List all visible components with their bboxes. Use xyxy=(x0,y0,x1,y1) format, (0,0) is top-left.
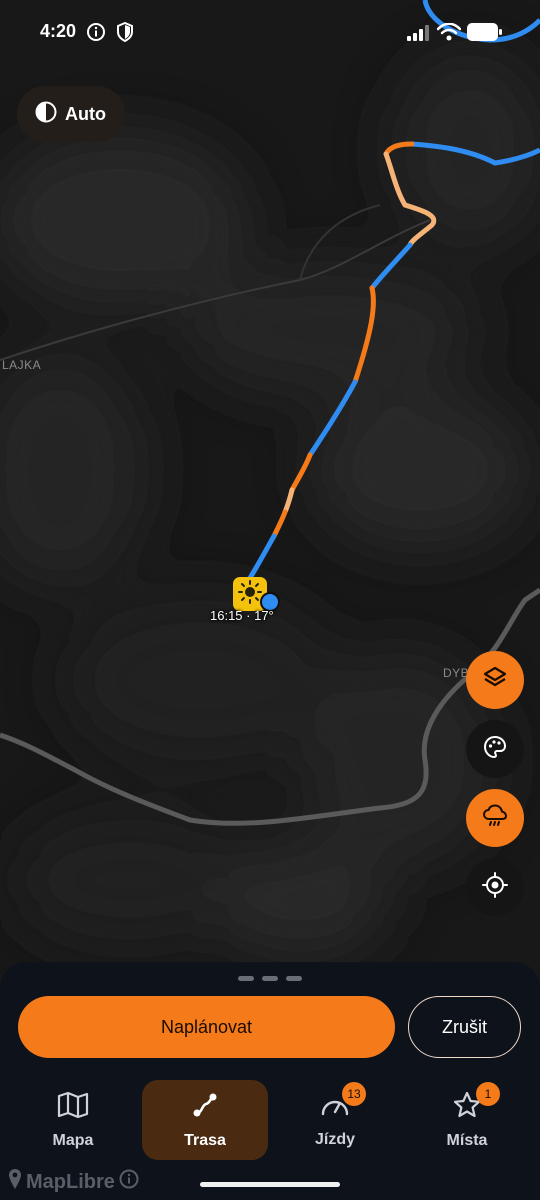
sheet-drag-handle[interactable] xyxy=(238,976,302,982)
signal-icon xyxy=(407,25,431,46)
status-bar: 4:20 xyxy=(0,0,540,66)
sun-icon xyxy=(237,579,263,610)
nav-item-places[interactable]: Místa xyxy=(404,1080,530,1160)
places-count-badge: 1 xyxy=(476,1082,500,1106)
info-icon[interactable] xyxy=(119,1169,139,1195)
map-style-button[interactable] xyxy=(466,720,524,778)
theme-auto-label: Auto xyxy=(65,103,106,124)
nav-item-rides[interactable]: Jízdy xyxy=(272,1080,398,1160)
layers-button[interactable] xyxy=(466,651,524,709)
rides-count-badge: 13 xyxy=(342,1082,366,1106)
locate-icon xyxy=(481,871,509,904)
weather-marker-label: 16:15 · 17° xyxy=(210,608,274,623)
contrast-icon xyxy=(35,101,57,128)
palette-icon xyxy=(482,734,508,765)
nav-label-rides: Jízdy xyxy=(314,1130,355,1148)
home-indicator[interactable] xyxy=(200,1182,340,1187)
cancel-button[interactable]: Zrušit xyxy=(408,996,521,1058)
theme-auto-button[interactable]: Auto xyxy=(17,86,125,142)
layers-icon xyxy=(482,665,508,696)
map-place-label-left: LAJKA xyxy=(2,358,42,372)
maplibre-attribution[interactable]: MapLibre xyxy=(8,1168,139,1196)
nav-item-route[interactable]: Trasa xyxy=(142,1080,268,1160)
nav-label-route: Trasa xyxy=(184,1131,226,1149)
maplibre-label: MapLibre xyxy=(26,1170,115,1193)
shield-icon xyxy=(116,21,134,47)
info-icon xyxy=(86,22,106,47)
battery-icon xyxy=(467,23,503,46)
wifi-icon xyxy=(436,22,462,46)
map-icon xyxy=(57,1091,89,1124)
route-icon xyxy=(190,1091,220,1124)
weather-rain-icon xyxy=(481,802,509,835)
status-time: 4:20 xyxy=(40,21,77,41)
maplibre-logo-icon xyxy=(8,1168,22,1196)
nav-item-map[interactable]: Mapa xyxy=(10,1080,136,1160)
nav-label-places: Místa xyxy=(446,1131,488,1149)
plan-button[interactable]: Naplánovat xyxy=(18,996,395,1058)
nav-label-map: Mapa xyxy=(52,1131,94,1149)
locate-button[interactable] xyxy=(466,858,524,916)
weather-overlay-button[interactable] xyxy=(466,789,524,847)
